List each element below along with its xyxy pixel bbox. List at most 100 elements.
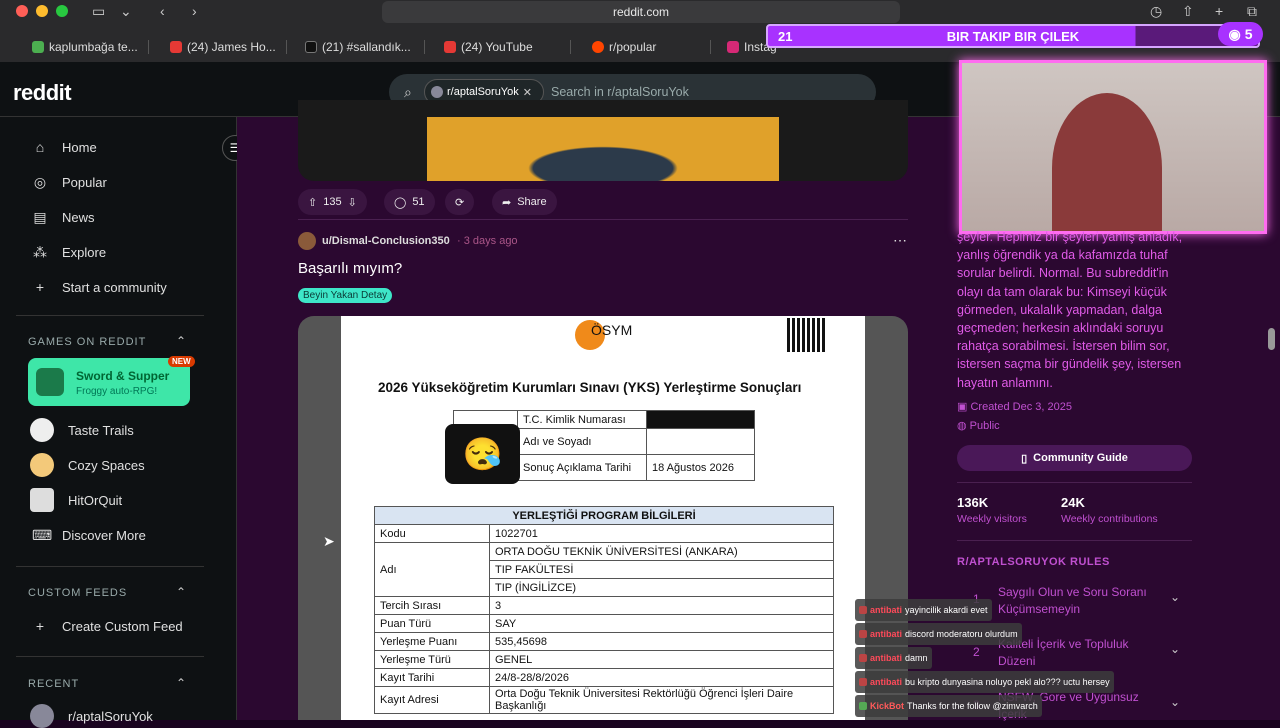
- new-tab-icon[interactable]: +: [1215, 3, 1223, 19]
- discover-more[interactable]: ⌨ Discover More: [32, 523, 146, 547]
- create-custom-feed[interactable]: + Create Custom Feed: [32, 614, 183, 638]
- zoom-window-button[interactable]: [56, 5, 68, 17]
- vote-bar[interactable]: ⇧ 135 ⇩: [298, 189, 367, 215]
- more-options-icon[interactable]: ⋯: [893, 232, 907, 249]
- plus-icon: +: [35, 279, 45, 295]
- recent-community[interactable]: r/aptalSoruYok: [30, 704, 153, 728]
- comment-count: 51: [412, 196, 425, 208]
- divider: [16, 656, 204, 657]
- created-date-value: Created Dec 3, 2025: [970, 401, 1072, 413]
- custom-feeds-header[interactable]: CUSTOM FEEDS: [28, 587, 127, 599]
- reddit-logo[interactable]: reddit: [13, 80, 72, 106]
- game-sword-supper[interactable]: Sword & Supper Froggy auto-RPG! NEW: [28, 356, 195, 406]
- viewer-count-value: 5: [1244, 26, 1253, 42]
- sidebar-item-start-community[interactable]: + Start a community: [32, 275, 167, 299]
- rule-title[interactable]: Kaliteli İçerik ve Topluluk Düzeni: [998, 636, 1158, 670]
- chat-message: KickBot Thanks for the follow @zimvarch: [855, 695, 1042, 717]
- game-title: Sword & Supper: [76, 369, 170, 383]
- chevron-up-icon[interactable]: ⌃: [176, 585, 186, 599]
- badge-icon: [859, 678, 867, 686]
- browser-tab[interactable]: kaplumbağa te...: [32, 36, 142, 58]
- row-value: 3: [489, 596, 834, 615]
- divider: [16, 566, 204, 567]
- sidebar-item-home[interactable]: ⌂ Home: [32, 135, 97, 159]
- community-guide-button[interactable]: ▯ Community Guide: [957, 445, 1192, 471]
- rule-title[interactable]: Saygılı Olun ve Soru Soranı Küçümsemeyin: [998, 584, 1158, 618]
- chevron-down-icon[interactable]: ⌄: [1170, 590, 1180, 604]
- upvote-icon[interactable]: ⇧: [308, 196, 317, 209]
- comments-button[interactable]: ◯ 51: [384, 189, 435, 215]
- home-icon: ⌂: [35, 139, 45, 155]
- guide-label: Community Guide: [1033, 452, 1128, 464]
- viewer-count: ◉ 5: [1218, 22, 1263, 46]
- badge-icon: [859, 654, 867, 662]
- recent-header[interactable]: RECENT: [28, 678, 79, 690]
- close-window-button[interactable]: [16, 5, 28, 17]
- comment-icon: ◯: [394, 196, 407, 209]
- row-label: Yerleşme Türü: [374, 650, 490, 669]
- row-value: TIP FAKÜLTESİ: [489, 560, 834, 579]
- chevron-up-icon[interactable]: ⌃: [176, 334, 186, 348]
- goal-current: 21: [778, 28, 793, 44]
- rule-number: 2: [973, 645, 980, 659]
- post-author[interactable]: u/Dismal-Conclusion350: [322, 235, 450, 247]
- share-icon[interactable]: ⇧: [1182, 3, 1194, 20]
- badge-icon: [859, 630, 867, 638]
- visibility: ◍ Public: [957, 419, 1000, 432]
- chat-message: antibati damn: [855, 647, 932, 669]
- author-avatar[interactable]: [298, 232, 316, 250]
- games-section-header[interactable]: GAMES ON REDDIT: [28, 336, 146, 348]
- game-hitorquit[interactable]: HitOrQuit: [30, 488, 122, 512]
- sidebar-item-explore[interactable]: ⁂ Explore: [32, 240, 106, 264]
- close-icon[interactable]: ✕: [523, 86, 532, 99]
- row-label: Kodu: [374, 524, 490, 543]
- sidebar-item-popular[interactable]: ◎ Popular: [32, 170, 107, 194]
- tab-separator: [570, 40, 571, 54]
- history-icon[interactable]: ◷: [1150, 3, 1162, 20]
- browser-tab[interactable]: (24) YouTube: [444, 36, 554, 58]
- search-placeholder[interactable]: Search in r/aptalSoruYok: [551, 85, 689, 99]
- tabs-overview-icon[interactable]: ⧉: [1247, 3, 1257, 20]
- row-value: 1022701: [489, 524, 834, 543]
- news-icon: ▤: [33, 208, 47, 225]
- chat-message: antibati discord moderatoru olurdum: [855, 623, 1022, 645]
- chevron-down-icon[interactable]: ⌄: [1170, 642, 1180, 656]
- visibility-value: Public: [969, 420, 1000, 432]
- game-cozy-spaces[interactable]: Cozy Spaces: [30, 453, 145, 477]
- row-value: ORTA DOĞU TEKNİK ÜNİVERSİTESİ (ANKARA): [489, 542, 834, 561]
- share-button[interactable]: ➦ Share: [492, 189, 557, 215]
- browser-tab[interactable]: (21) #sallandık...: [305, 36, 415, 58]
- chevron-down-icon[interactable]: ⌄: [120, 3, 132, 20]
- crosspost-button[interactable]: ⟳: [445, 189, 475, 215]
- game-taste-trails[interactable]: Taste Trails: [30, 418, 134, 442]
- chevron-up-icon[interactable]: ⌃: [176, 676, 186, 690]
- tab-separator: [148, 40, 149, 54]
- sidebar-item-news[interactable]: ▤ News: [32, 205, 94, 229]
- row-label: Kayıt Adresi: [374, 686, 490, 714]
- downvote-icon[interactable]: ⇩: [348, 196, 357, 209]
- minimize-window-button[interactable]: [36, 5, 48, 17]
- redacted-name: [646, 428, 755, 455]
- post-flair[interactable]: Beyin Yakan Detay: [298, 288, 393, 303]
- chat-text: damn: [905, 653, 928, 663]
- scrollbar-thumb[interactable]: [1268, 328, 1275, 350]
- back-icon[interactable]: ‹: [160, 3, 165, 19]
- browser-tab[interactable]: (24) James Ho...: [170, 36, 280, 58]
- tab-label: kaplumbağa te...: [49, 40, 138, 54]
- forward-icon[interactable]: ›: [192, 3, 197, 19]
- id-label: T.C. Kimlik Numarası: [517, 410, 647, 429]
- sidebar-toggle-icon[interactable]: ▭: [92, 3, 105, 20]
- game-label: HitOrQuit: [68, 492, 123, 508]
- globe-icon: ◍: [957, 420, 967, 432]
- frog-icon: [36, 368, 64, 396]
- divider: [16, 315, 204, 316]
- address-bar[interactable]: reddit.com: [382, 1, 900, 23]
- row-label: Kayıt Tarihi: [374, 668, 490, 687]
- chip-label: r/aptalSoruYok: [447, 86, 519, 98]
- previous-post-image[interactable]: [298, 100, 908, 181]
- chevron-down-icon[interactable]: ⌄: [1170, 695, 1180, 709]
- tab-label: (24) James Ho...: [187, 40, 276, 54]
- chat-user: antibati: [870, 677, 903, 687]
- post-title[interactable]: Başarılı mıyım?: [298, 260, 402, 277]
- browser-tab[interactable]: r/popular: [592, 36, 702, 58]
